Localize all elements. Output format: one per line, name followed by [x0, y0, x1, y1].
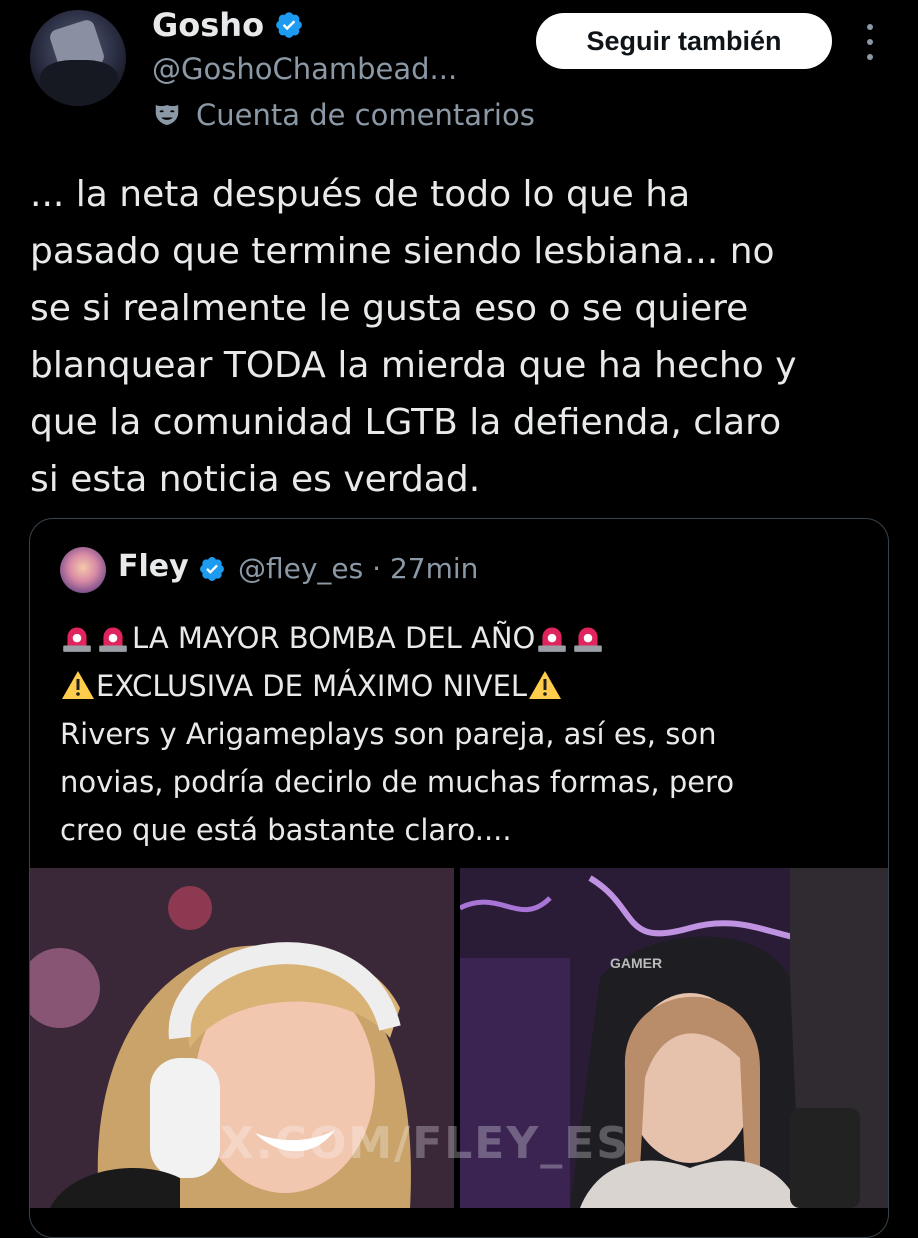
police-siren-icon — [574, 627, 603, 652]
author-name[interactable]: Gosho — [152, 6, 264, 44]
police-siren-icon — [63, 627, 91, 652]
quote-author-handle[interactable]: @fley_es — [238, 552, 363, 585]
tweet-text: ... la neta después de todo lo que ha pa… — [30, 174, 797, 500]
quote-line-2: EXCLUSIVA DE MÁXIMO NIVEL — [96, 669, 528, 703]
warning-icon — [529, 671, 562, 699]
follow-button[interactable]: Seguir también — [536, 13, 832, 69]
quote-author-avatar[interactable] — [60, 547, 106, 593]
quote-subheadline: EXCLUSIVA DE MÁXIMO NIVEL — [60, 662, 870, 710]
quote-line-4: novias, podría decirlo de muchas formas,… — [60, 765, 735, 799]
quote-media[interactable]: GAMER X.COM/FLEY_ES — [30, 868, 888, 1208]
account-type-label: Cuenta de comentarios — [152, 98, 535, 132]
comedy-mask-icon — [155, 105, 179, 125]
quote-line-5: creo que está bastante claro.... — [60, 813, 512, 847]
quote-text: LA MAYOR BOMBA DEL AÑO EXCLUSIVA DE MÁXI… — [60, 614, 870, 854]
meta-separator: · — [372, 552, 382, 585]
quote-headline: LA MAYOR BOMBA DEL AÑO — [60, 614, 870, 662]
quote-meta: @fley_es · 27min — [238, 552, 478, 585]
account-type-text: Cuenta de comentarios — [196, 98, 535, 132]
police-siren-icon — [99, 627, 127, 652]
verified-badge-icon — [200, 557, 224, 581]
verified-badge-icon — [276, 12, 302, 38]
media-watermark: X.COM/FLEY_ES — [220, 1118, 630, 1169]
author-handle[interactable]: @GoshoChambead... — [152, 52, 457, 86]
quote-line-3: Rivers y Arigameplays son pareja, así es… — [60, 717, 717, 751]
quoted-tweet[interactable]: Fley @fley_es · 27min LA MAYOR BOMBA DEL… — [29, 518, 889, 1238]
chair-brand-text: GAMER — [610, 955, 662, 971]
quote-author-name[interactable]: Fley — [118, 549, 189, 584]
warning-icon — [62, 671, 94, 699]
quote-timestamp[interactable]: 27min — [390, 552, 478, 585]
quote-line-1: LA MAYOR BOMBA DEL AÑO — [132, 621, 536, 655]
author-avatar[interactable] — [30, 10, 126, 106]
police-siren-icon — [538, 627, 567, 652]
more-vertical-icon[interactable] — [858, 22, 882, 62]
